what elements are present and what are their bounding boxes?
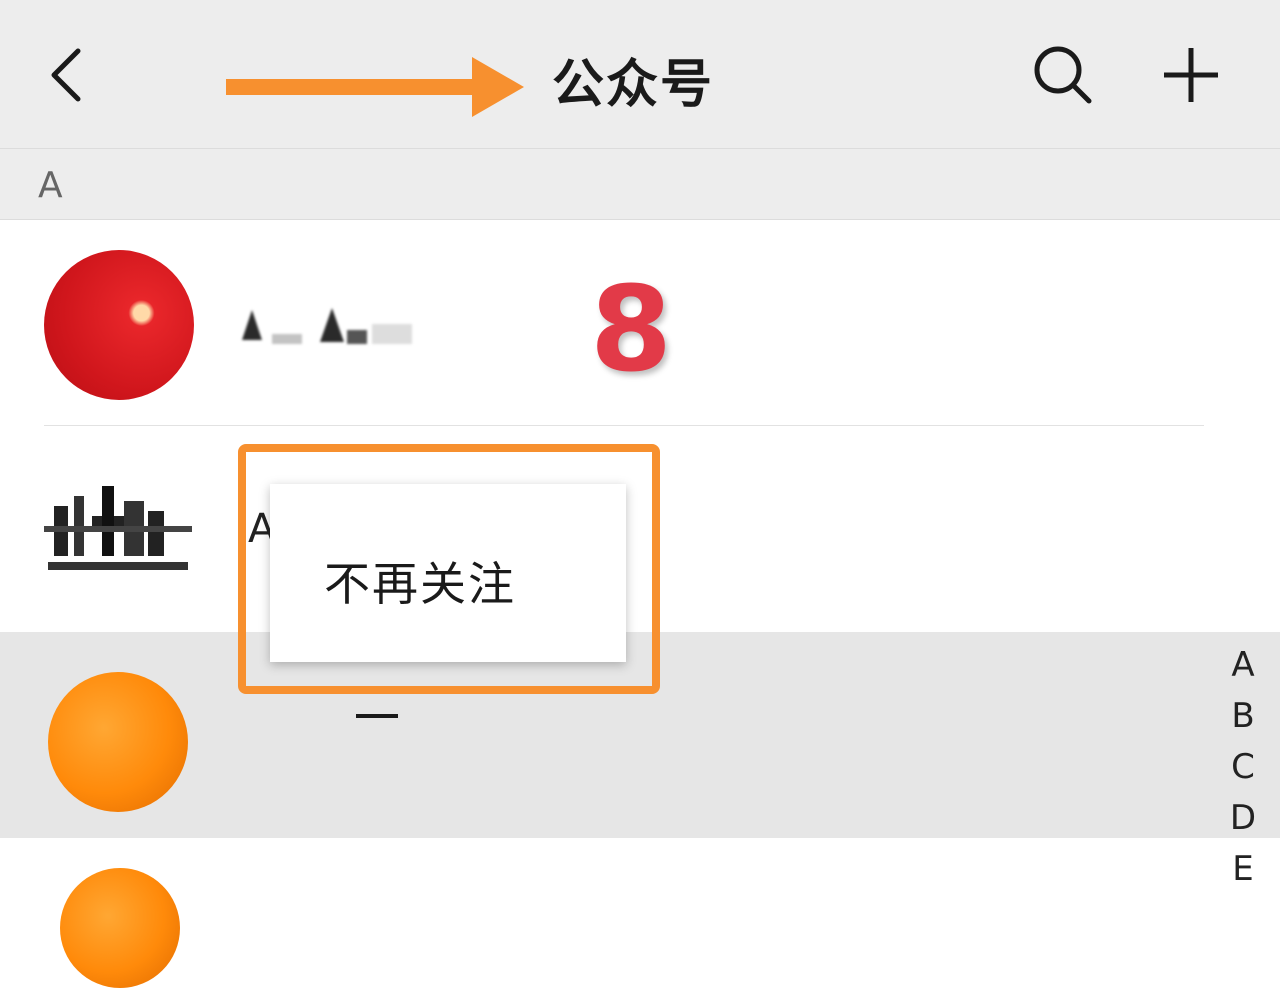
index-letter-a[interactable]: A (1231, 640, 1254, 691)
index-letter-c[interactable]: C (1231, 742, 1255, 793)
search-icon (1034, 46, 1092, 104)
alphabet-index: A B C D E (1222, 640, 1264, 895)
index-letter-b[interactable]: B (1231, 691, 1254, 742)
index-letter-d[interactable]: D (1230, 793, 1256, 844)
plus-icon (1164, 48, 1218, 102)
avatar (48, 672, 188, 812)
back-button[interactable] (36, 40, 96, 110)
add-button[interactable] (1156, 40, 1226, 110)
navigation-bar: 公众号 (0, 0, 1280, 149)
avatar (44, 466, 192, 586)
search-button[interactable] (1028, 40, 1098, 110)
blurred-name-icon (242, 308, 412, 344)
arrow-annotation-icon (226, 57, 524, 117)
page-title: 公众号 (552, 55, 715, 115)
avatar (60, 868, 180, 988)
section-header: A (0, 149, 1280, 220)
count-annotation: 8 (590, 260, 673, 398)
chevron-left-icon (51, 48, 81, 102)
index-letter-e[interactable]: E (1232, 844, 1253, 895)
avatar (44, 250, 194, 400)
list-item-name-fragment (356, 714, 398, 718)
unfollow-menu-item[interactable]: 不再关注 (324, 548, 516, 614)
context-menu: 不再关注 (270, 484, 626, 662)
list-item[interactable] (0, 838, 1280, 988)
section-letter: A (38, 165, 63, 206)
